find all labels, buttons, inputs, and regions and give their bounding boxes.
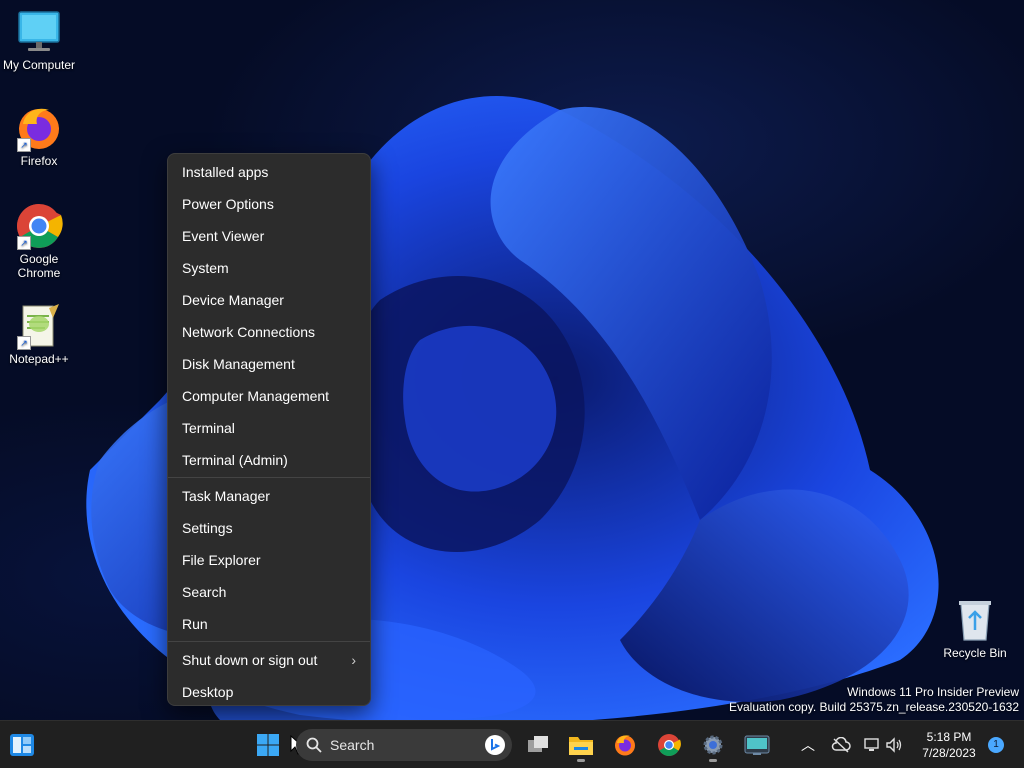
menu-item-search[interactable]: Search bbox=[168, 576, 370, 608]
desktop-icon-google-chrome[interactable]: ↗ Google Chrome bbox=[0, 202, 78, 280]
desktop-icon-label: Google Chrome bbox=[17, 252, 61, 280]
chrome-icon: ↗ bbox=[15, 202, 63, 250]
tray-overflow-button[interactable]: ︿ bbox=[792, 727, 824, 763]
search-placeholder: Search bbox=[330, 737, 375, 753]
start-button[interactable] bbox=[250, 727, 286, 763]
quick-settings-button[interactable] bbox=[858, 727, 908, 763]
shortcut-arrow-icon: ↗ bbox=[17, 138, 31, 152]
clock-date: 7/28/2023 bbox=[922, 746, 976, 760]
menu-item-system[interactable]: System bbox=[168, 252, 370, 284]
menu-item-shut-down-or-sign-out[interactable]: Shut down or sign out › bbox=[168, 644, 370, 676]
task-view-button[interactable] bbox=[520, 727, 556, 763]
notepadpp-icon: ↗ bbox=[15, 302, 63, 350]
quick-link-menu: Installed apps Power Options Event Viewe… bbox=[167, 153, 371, 706]
monitor-icon bbox=[15, 8, 63, 56]
menu-item-installed-apps[interactable]: Installed apps bbox=[168, 156, 370, 188]
widgets-icon bbox=[10, 734, 34, 756]
file-explorer-icon bbox=[569, 737, 593, 755]
chrome-taskbar-button[interactable] bbox=[651, 727, 687, 763]
settings-icon bbox=[703, 735, 723, 755]
desktop-icon-recycle-bin[interactable]: Recycle Bin bbox=[936, 596, 1014, 660]
menu-separator bbox=[168, 641, 370, 642]
menu-item-disk-management[interactable]: Disk Management bbox=[168, 348, 370, 380]
shortcut-arrow-icon: ↗ bbox=[17, 236, 31, 250]
settings-taskbar-button[interactable] bbox=[695, 727, 731, 763]
menu-item-network-connections[interactable]: Network Connections bbox=[168, 316, 370, 348]
menu-item-run[interactable]: Run bbox=[168, 608, 370, 640]
task-view-icon bbox=[528, 736, 548, 752]
desktop-icon-label: Firefox bbox=[20, 154, 58, 168]
recycle-bin-icon bbox=[951, 596, 999, 644]
remote-desktop-icon bbox=[744, 735, 770, 755]
chrome-icon bbox=[658, 734, 681, 756]
widgets-button[interactable] bbox=[4, 727, 40, 763]
firefox-icon: ↗ bbox=[15, 104, 63, 152]
menu-item-power-options[interactable]: Power Options bbox=[168, 188, 370, 220]
menu-item-terminal-admin[interactable]: Terminal (Admin) bbox=[168, 444, 370, 476]
running-indicator bbox=[577, 759, 585, 762]
chevron-up-icon: ︿ bbox=[801, 737, 815, 753]
bing-icon[interactable] bbox=[484, 734, 506, 756]
desktop-icon-my-computer[interactable]: My Computer bbox=[0, 8, 78, 72]
desktop-icon-label: My Computer bbox=[2, 58, 76, 72]
desktop-icon-notepadpp[interactable]: ↗ Notepad++ bbox=[0, 302, 78, 366]
onedrive-tray-button[interactable] bbox=[826, 727, 856, 763]
menu-item-terminal[interactable]: Terminal bbox=[168, 412, 370, 444]
evaluation-watermark: Windows 11 Pro Insider Preview Evaluatio… bbox=[729, 685, 1019, 715]
taskbar: Search ︿ 5:18 PM 7/28/2023 1 bbox=[0, 720, 1024, 768]
menu-item-label: Shut down or sign out bbox=[182, 652, 318, 668]
desktop[interactable]: My Computer ↗ Firefox ↗ Google Chrome ↗ … bbox=[0, 0, 1024, 720]
menu-item-task-manager[interactable]: Task Manager bbox=[168, 480, 370, 512]
notification-badge[interactable]: 1 bbox=[988, 737, 1004, 753]
menu-item-settings[interactable]: Settings bbox=[168, 512, 370, 544]
menu-item-computer-management[interactable]: Computer Management bbox=[168, 380, 370, 412]
watermark-line-1: Windows 11 Pro Insider Preview bbox=[847, 685, 1019, 699]
taskbar-clock[interactable]: 5:18 PM 7/28/2023 bbox=[912, 729, 986, 761]
menu-item-file-explorer[interactable]: File Explorer bbox=[168, 544, 370, 576]
menu-item-desktop[interactable]: Desktop bbox=[168, 676, 370, 708]
menu-item-device-manager[interactable]: Device Manager bbox=[168, 284, 370, 316]
shortcut-arrow-icon: ↗ bbox=[17, 336, 31, 350]
clock-time: 5:18 PM bbox=[926, 730, 972, 744]
firefox-taskbar-button[interactable] bbox=[607, 727, 643, 763]
desktop-icon-label: Notepad++ bbox=[9, 352, 69, 366]
volume-icon bbox=[886, 737, 902, 753]
desktop-icon-label: Recycle Bin bbox=[943, 646, 1007, 660]
remote-desktop-taskbar-button[interactable] bbox=[739, 727, 775, 763]
desktop-icon-firefox[interactable]: ↗ Firefox bbox=[0, 104, 78, 168]
menu-item-event-viewer[interactable]: Event Viewer bbox=[168, 220, 370, 252]
start-icon bbox=[257, 734, 279, 756]
running-indicator bbox=[709, 759, 717, 762]
firefox-icon bbox=[615, 735, 635, 756]
taskbar-search[interactable]: Search bbox=[296, 729, 512, 761]
watermark-line-2: Evaluation copy. Build 25375.zn_release.… bbox=[729, 700, 1019, 714]
file-explorer-button[interactable] bbox=[563, 727, 599, 763]
network-icon bbox=[864, 738, 879, 751]
chevron-right-icon: › bbox=[351, 652, 356, 668]
wallpaper-bloom bbox=[86, 96, 939, 720]
search-icon bbox=[306, 737, 322, 753]
cloud-offline-icon bbox=[831, 737, 851, 753]
menu-separator bbox=[168, 477, 370, 478]
